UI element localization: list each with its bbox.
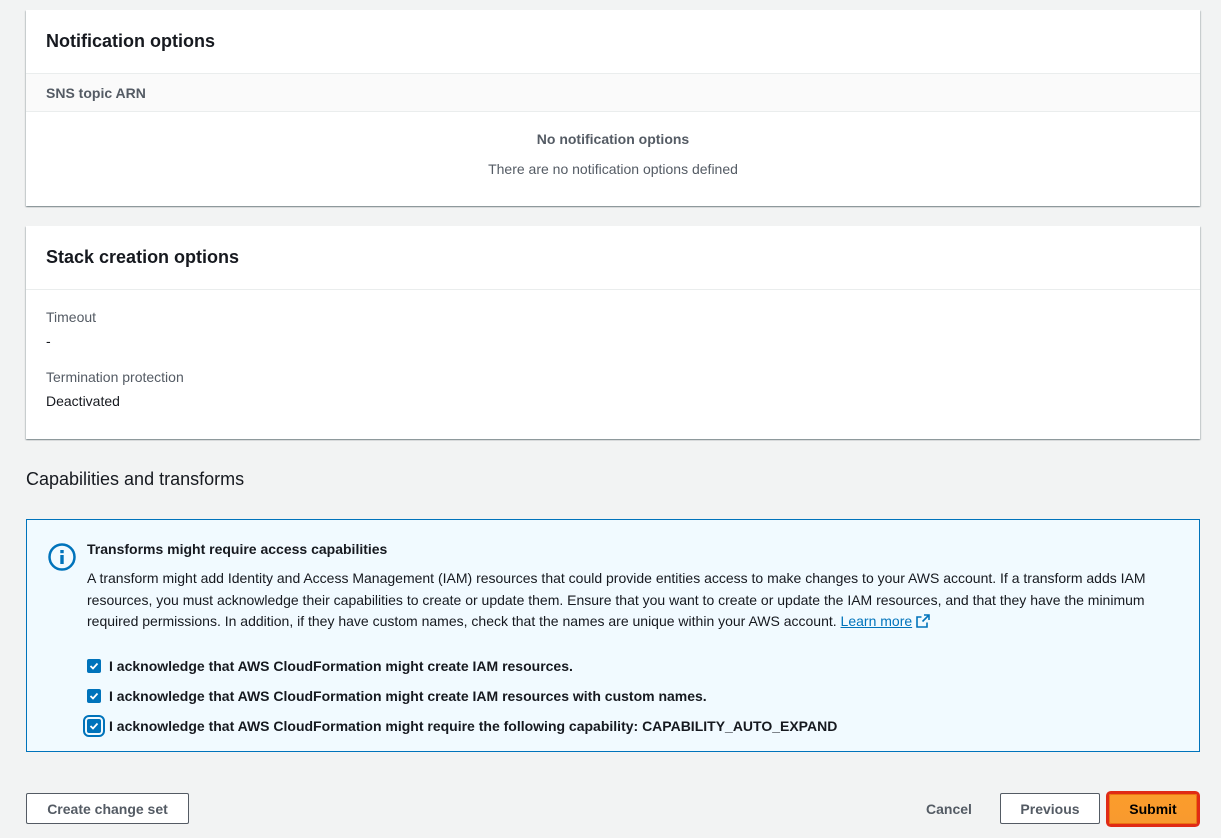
info-alert-text: A transform might add Identity and Acces… bbox=[87, 568, 1177, 633]
stack-creation-options-panel: Stack creation options Timeout - Termina… bbox=[26, 226, 1200, 439]
empty-state-description: There are no notification options define… bbox=[488, 161, 738, 177]
create-change-set-button[interactable]: Create change set bbox=[26, 793, 189, 824]
ack-iam-resources-row: I acknowledge that AWS CloudFormation mi… bbox=[87, 657, 573, 675]
timeout-label: Timeout bbox=[46, 309, 97, 325]
stack-creation-options-title: Stack creation options bbox=[46, 247, 240, 267]
ack-iam-custom-names-checkbox[interactable] bbox=[87, 689, 101, 703]
checkmark-icon bbox=[89, 662, 99, 670]
sns-topic-arn-column-header: SNS topic ARN bbox=[26, 74, 1200, 112]
submit-button[interactable]: Submit bbox=[1109, 794, 1197, 824]
external-link-icon bbox=[916, 614, 930, 628]
previous-button[interactable]: Previous bbox=[1000, 793, 1100, 824]
info-alert-title: Transforms might require access capabili… bbox=[87, 541, 388, 557]
timeout-value: - bbox=[46, 333, 51, 349]
empty-state-title: No notification options bbox=[536, 131, 690, 147]
ack-iam-custom-names-label: I acknowledge that AWS CloudFormation mi… bbox=[109, 688, 707, 704]
cancel-button[interactable]: Cancel bbox=[918, 793, 980, 824]
ack-auto-expand-label: I acknowledge that AWS CloudFormation mi… bbox=[109, 718, 838, 734]
learn-more-link[interactable]: Learn more bbox=[841, 613, 913, 629]
termination-protection-field: Termination protection Deactivated bbox=[26, 350, 1200, 410]
capabilities-info-alert: Transforms might require access capabili… bbox=[26, 519, 1200, 752]
ack-iam-custom-names-row: I acknowledge that AWS CloudFormation mi… bbox=[87, 687, 707, 705]
notification-options-panel: Notification options SNS topic ARN No no… bbox=[26, 10, 1200, 206]
stack-creation-options-header: Stack creation options bbox=[26, 226, 1200, 290]
ack-auto-expand-row: I acknowledge that AWS CloudFormation mi… bbox=[83, 715, 838, 737]
checkmark-icon bbox=[89, 722, 99, 730]
info-alert-body: A transform might add Identity and Acces… bbox=[87, 570, 1146, 630]
ack-auto-expand-checkbox[interactable] bbox=[83, 715, 105, 737]
checkmark-icon bbox=[89, 692, 99, 700]
notification-options-title: Notification options bbox=[46, 31, 215, 51]
notification-options-header: Notification options bbox=[26, 10, 1200, 74]
ack-iam-resources-checkbox[interactable] bbox=[87, 659, 101, 673]
termination-protection-label: Termination protection bbox=[46, 369, 184, 385]
capabilities-heading: Capabilities and transforms bbox=[26, 469, 245, 489]
ack-iam-resources-label: I acknowledge that AWS CloudFormation mi… bbox=[109, 658, 573, 674]
termination-protection-value: Deactivated bbox=[46, 393, 120, 409]
notification-empty-state: No notification options There are no not… bbox=[26, 112, 1200, 177]
timeout-field: Timeout - bbox=[26, 290, 1200, 350]
info-icon bbox=[48, 543, 76, 571]
